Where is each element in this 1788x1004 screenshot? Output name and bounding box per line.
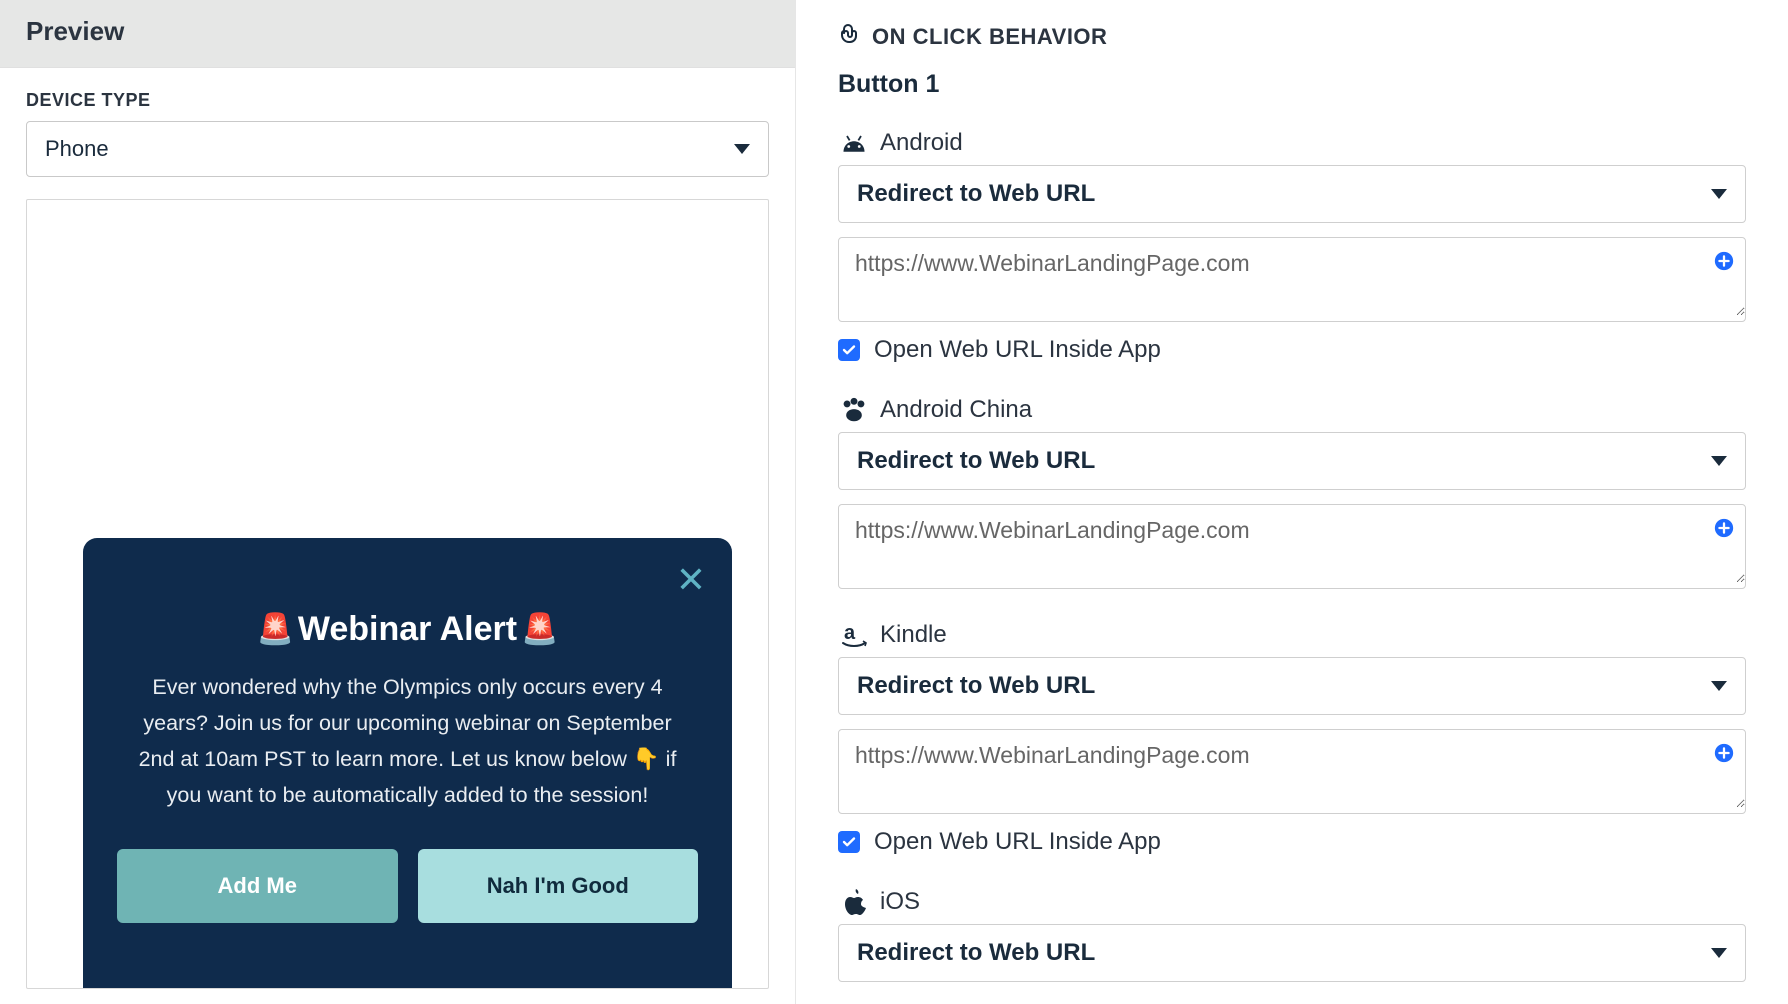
modal-title-text: Webinar Alert	[298, 610, 517, 649]
preview-modal: ✕ 🚨 Webinar Alert 🚨 Ever wondered why th…	[83, 538, 732, 988]
device-type-value: Phone	[45, 136, 109, 162]
ios-action-value: Redirect to Web URL	[857, 939, 1095, 967]
close-icon[interactable]: ✕	[676, 562, 706, 598]
platform-ios-group: iOS Redirect to Web URL	[838, 888, 1746, 982]
device-type-select[interactable]: Phone	[26, 121, 769, 177]
android-url-input[interactable]	[839, 238, 1745, 316]
add-variable-button[interactable]	[1713, 250, 1735, 272]
kindle-url-input[interactable]	[839, 730, 1745, 808]
platform-kindle-group: a Kindle Redirect to Web URL Open Web UR…	[838, 621, 1746, 856]
kindle-action-select[interactable]: Redirect to Web URL	[838, 657, 1746, 715]
platform-android-china-group: Android China Redirect to Web URL	[838, 396, 1746, 589]
device-type-label: DEVICE TYPE	[26, 90, 769, 111]
android-open-inside-label: Open Web URL Inside App	[874, 336, 1161, 364]
siren-icon: 🚨	[521, 612, 558, 647]
chevron-down-icon	[1711, 681, 1727, 691]
android-china-action-value: Redirect to Web URL	[857, 447, 1095, 475]
kindle-action-value: Redirect to Web URL	[857, 672, 1095, 700]
android-open-inside-checkbox[interactable]	[838, 339, 860, 361]
paw-icon	[838, 397, 870, 423]
android-icon	[838, 134, 870, 152]
chevron-down-icon	[1711, 189, 1727, 199]
chevron-down-icon	[1711, 948, 1727, 958]
android-china-url-input[interactable]	[839, 505, 1745, 583]
chevron-down-icon	[734, 144, 750, 154]
android-china-action-select[interactable]: Redirect to Web URL	[838, 432, 1746, 490]
platform-android-label: Android	[880, 129, 963, 157]
android-action-select[interactable]: Redirect to Web URL	[838, 165, 1746, 223]
android-action-value: Redirect to Web URL	[857, 180, 1095, 208]
chevron-down-icon	[1711, 456, 1727, 466]
amazon-icon: a	[838, 621, 870, 649]
preview-pane: Preview DEVICE TYPE Phone ✕ 🚨 Webinar Al…	[0, 0, 796, 1004]
settings-pane: ON CLICK BEHAVIOR Button 1 Android Redir…	[796, 0, 1788, 1004]
section-label: ON CLICK BEHAVIOR	[872, 24, 1107, 50]
add-variable-button[interactable]	[1713, 742, 1735, 764]
add-variable-button[interactable]	[1713, 517, 1735, 539]
platform-ios-label: iOS	[880, 888, 920, 916]
modal-primary-button[interactable]: Add Me	[117, 849, 398, 923]
apple-icon	[838, 888, 870, 916]
preview-canvas: ✕ 🚨 Webinar Alert 🚨 Ever wondered why th…	[26, 199, 769, 989]
platform-android-china-label: Android China	[880, 396, 1032, 424]
kindle-open-inside-label: Open Web URL Inside App	[874, 828, 1161, 856]
button-name-label: Button 1	[838, 70, 1746, 99]
siren-icon: 🚨	[257, 612, 294, 647]
modal-secondary-button[interactable]: Nah I'm Good	[418, 849, 699, 923]
svg-text:a: a	[844, 622, 856, 644]
platform-kindle-label: Kindle	[880, 621, 947, 649]
modal-body-text: Ever wondered why the Olympics only occu…	[117, 669, 698, 813]
pointer-icon	[838, 22, 862, 52]
preview-title: Preview	[0, 0, 795, 68]
kindle-open-inside-checkbox[interactable]	[838, 831, 860, 853]
platform-android-group: Android Redirect to Web URL Open Web URL…	[838, 129, 1746, 364]
ios-action-select[interactable]: Redirect to Web URL	[838, 924, 1746, 982]
